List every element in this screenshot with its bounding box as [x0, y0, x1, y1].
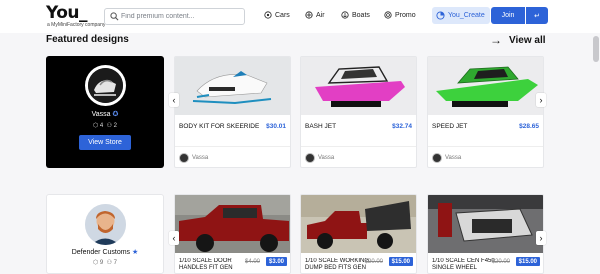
- product-card[interactable]: BODY KIT FOR SKEERIDE 2 $30.01 Vassa: [174, 56, 291, 168]
- join-button[interactable]: Join: [491, 7, 525, 24]
- sale-price-badge: $3.00: [265, 257, 287, 266]
- people-icon: ⚇: [106, 123, 112, 129]
- card-divider: [301, 146, 416, 147]
- product-card[interactable]: 1/10 SCALE WORKING DUMP BED FITS GEN $20…: [300, 194, 417, 274]
- brand-logo[interactable]: You_: [46, 3, 88, 23]
- view-all-link[interactable]: → View all: [490, 33, 546, 47]
- original-price: $20.00: [491, 259, 510, 265]
- truck-chassis-image: [428, 195, 543, 253]
- seller-info[interactable]: Vassa: [179, 153, 208, 163]
- designer-stats: ⬡ 9 ⚇ 7: [47, 259, 163, 266]
- join-dropdown-button[interactable]: ↵: [526, 7, 548, 24]
- designer-avatar[interactable]: [85, 65, 126, 106]
- person-avatar-icon: [85, 204, 126, 245]
- nav-promo-label: Promo: [395, 11, 416, 19]
- designer-followers-count: 2: [113, 123, 117, 129]
- view-all-label: View all: [509, 34, 546, 46]
- cube-icon: ⬡: [92, 260, 99, 266]
- product-name[interactable]: BASH JET: [305, 123, 385, 130]
- dump-truck-image: [301, 195, 416, 253]
- scrollbar-thumb[interactable]: [593, 36, 599, 62]
- product-name[interactable]: BODY KIT FOR SKEERIDE 2: [179, 123, 259, 130]
- product-thumbnail[interactable]: [428, 195, 543, 253]
- snowmobile-avatar-icon: [88, 68, 123, 103]
- pink-boat-image: [301, 57, 416, 115]
- view-store-button[interactable]: View Store: [79, 135, 131, 150]
- snowmobile-image: [175, 57, 290, 115]
- nav-boats[interactable]: Boats: [341, 11, 370, 19]
- product-card[interactable]: 1/10 SCALE CEN F450 SINGLE WHEEL $20.00 …: [427, 194, 544, 274]
- top-navigation-bar: You_ a MyMiniFactory company Cars Air Bo…: [0, 0, 600, 33]
- designer-stats: ⬡ 4 ⚇ 2: [46, 122, 164, 129]
- seller-avatar: [432, 153, 442, 163]
- designer-card[interactable]: Vassa ✪ ⬡ 4 ⚇ 2 View Store: [46, 56, 164, 168]
- designer-name-row: Vassa ✪: [46, 110, 164, 118]
- nav-air[interactable]: Air: [305, 11, 325, 19]
- verified-icon: ✪: [112, 111, 119, 118]
- create-icon: [436, 11, 445, 20]
- search-input[interactable]: [121, 9, 241, 24]
- seller-name: Vassa: [445, 155, 462, 161]
- product-name[interactable]: SPEED JET: [432, 123, 512, 130]
- seller-name: Vassa: [192, 155, 209, 161]
- search-box[interactable]: [104, 8, 245, 25]
- product-thumbnail[interactable]: [428, 57, 543, 115]
- green-boat-image: [428, 57, 543, 115]
- designer-followers-count: 7: [113, 260, 117, 266]
- nav-cars-label: Cars: [275, 11, 290, 19]
- product-price: $32.74: [392, 123, 412, 130]
- card-divider: [428, 146, 543, 147]
- gear-icon: [384, 11, 392, 19]
- nav-boats-label: Boats: [352, 11, 370, 19]
- carousel-prev-button[interactable]: ‹: [169, 231, 179, 245]
- seller-info[interactable]: Vassa: [432, 153, 461, 163]
- sale-price-badge: $15.00: [515, 257, 540, 266]
- nav-cars[interactable]: Cars: [264, 11, 290, 19]
- designer-avatar[interactable]: [85, 204, 126, 245]
- red-truck-image: [175, 195, 290, 253]
- product-card[interactable]: BASH JET $32.74 Vassa: [300, 56, 417, 168]
- product-price: $28.65: [519, 123, 539, 130]
- arrow-right-icon: →: [490, 33, 502, 47]
- original-price: $20.00: [364, 259, 383, 265]
- page-scrollbar[interactable]: [593, 34, 599, 270]
- seller-name: Vassa: [318, 155, 335, 161]
- wheel-icon: [264, 11, 272, 19]
- anchor-icon: [341, 11, 349, 19]
- seller-info[interactable]: Vassa: [305, 153, 334, 163]
- product-name[interactable]: 1/10 SCALE DOOR HANDLES FIT GEN: [179, 258, 249, 273]
- product-thumbnail[interactable]: [301, 57, 416, 115]
- propeller-icon: [305, 11, 313, 19]
- section-title: Featured designs: [46, 34, 129, 45]
- brand-tagline: a MyMiniFactory company: [47, 22, 106, 28]
- you-create-button[interactable]: You_Create: [432, 7, 490, 24]
- designer-objects-count: 4: [99, 123, 104, 129]
- seller-avatar: [305, 153, 315, 163]
- seller-avatar: [179, 153, 189, 163]
- nav-promo[interactable]: Promo: [384, 11, 416, 19]
- original-price: $4.00: [244, 259, 260, 265]
- carousel-prev-button[interactable]: ‹: [169, 93, 179, 107]
- designer-name[interactable]: Defender Customs: [72, 249, 130, 256]
- people-icon: ⚇: [106, 260, 112, 266]
- product-price: $30.01: [266, 123, 286, 130]
- designer-card[interactable]: Defender Customs ★ ⬡ 9 ⚇ 7: [46, 194, 164, 274]
- you-create-label: You_Create: [448, 12, 485, 19]
- designer-objects-count: 9: [99, 260, 104, 266]
- search-icon: [110, 12, 119, 21]
- designer-name-row: Defender Customs ★: [47, 248, 163, 256]
- product-card[interactable]: 1/10 SCALE DOOR HANDLES FIT GEN $4.00 $3…: [174, 194, 291, 274]
- nav-air-label: Air: [316, 11, 325, 19]
- product-thumbnail[interactable]: [175, 57, 290, 115]
- verified-icon: ★: [132, 249, 139, 256]
- designer-name[interactable]: Vassa: [92, 111, 111, 118]
- carousel-next-button[interactable]: ›: [536, 231, 546, 245]
- carousel-next-button[interactable]: ›: [536, 93, 546, 107]
- cube-icon: ⬡: [92, 123, 99, 129]
- sale-price-badge: $15.00: [388, 257, 413, 266]
- product-thumbnail[interactable]: [175, 195, 290, 253]
- product-card[interactable]: SPEED JET $28.65 Vassa: [427, 56, 544, 168]
- product-thumbnail[interactable]: [301, 195, 416, 253]
- card-divider: [175, 146, 290, 147]
